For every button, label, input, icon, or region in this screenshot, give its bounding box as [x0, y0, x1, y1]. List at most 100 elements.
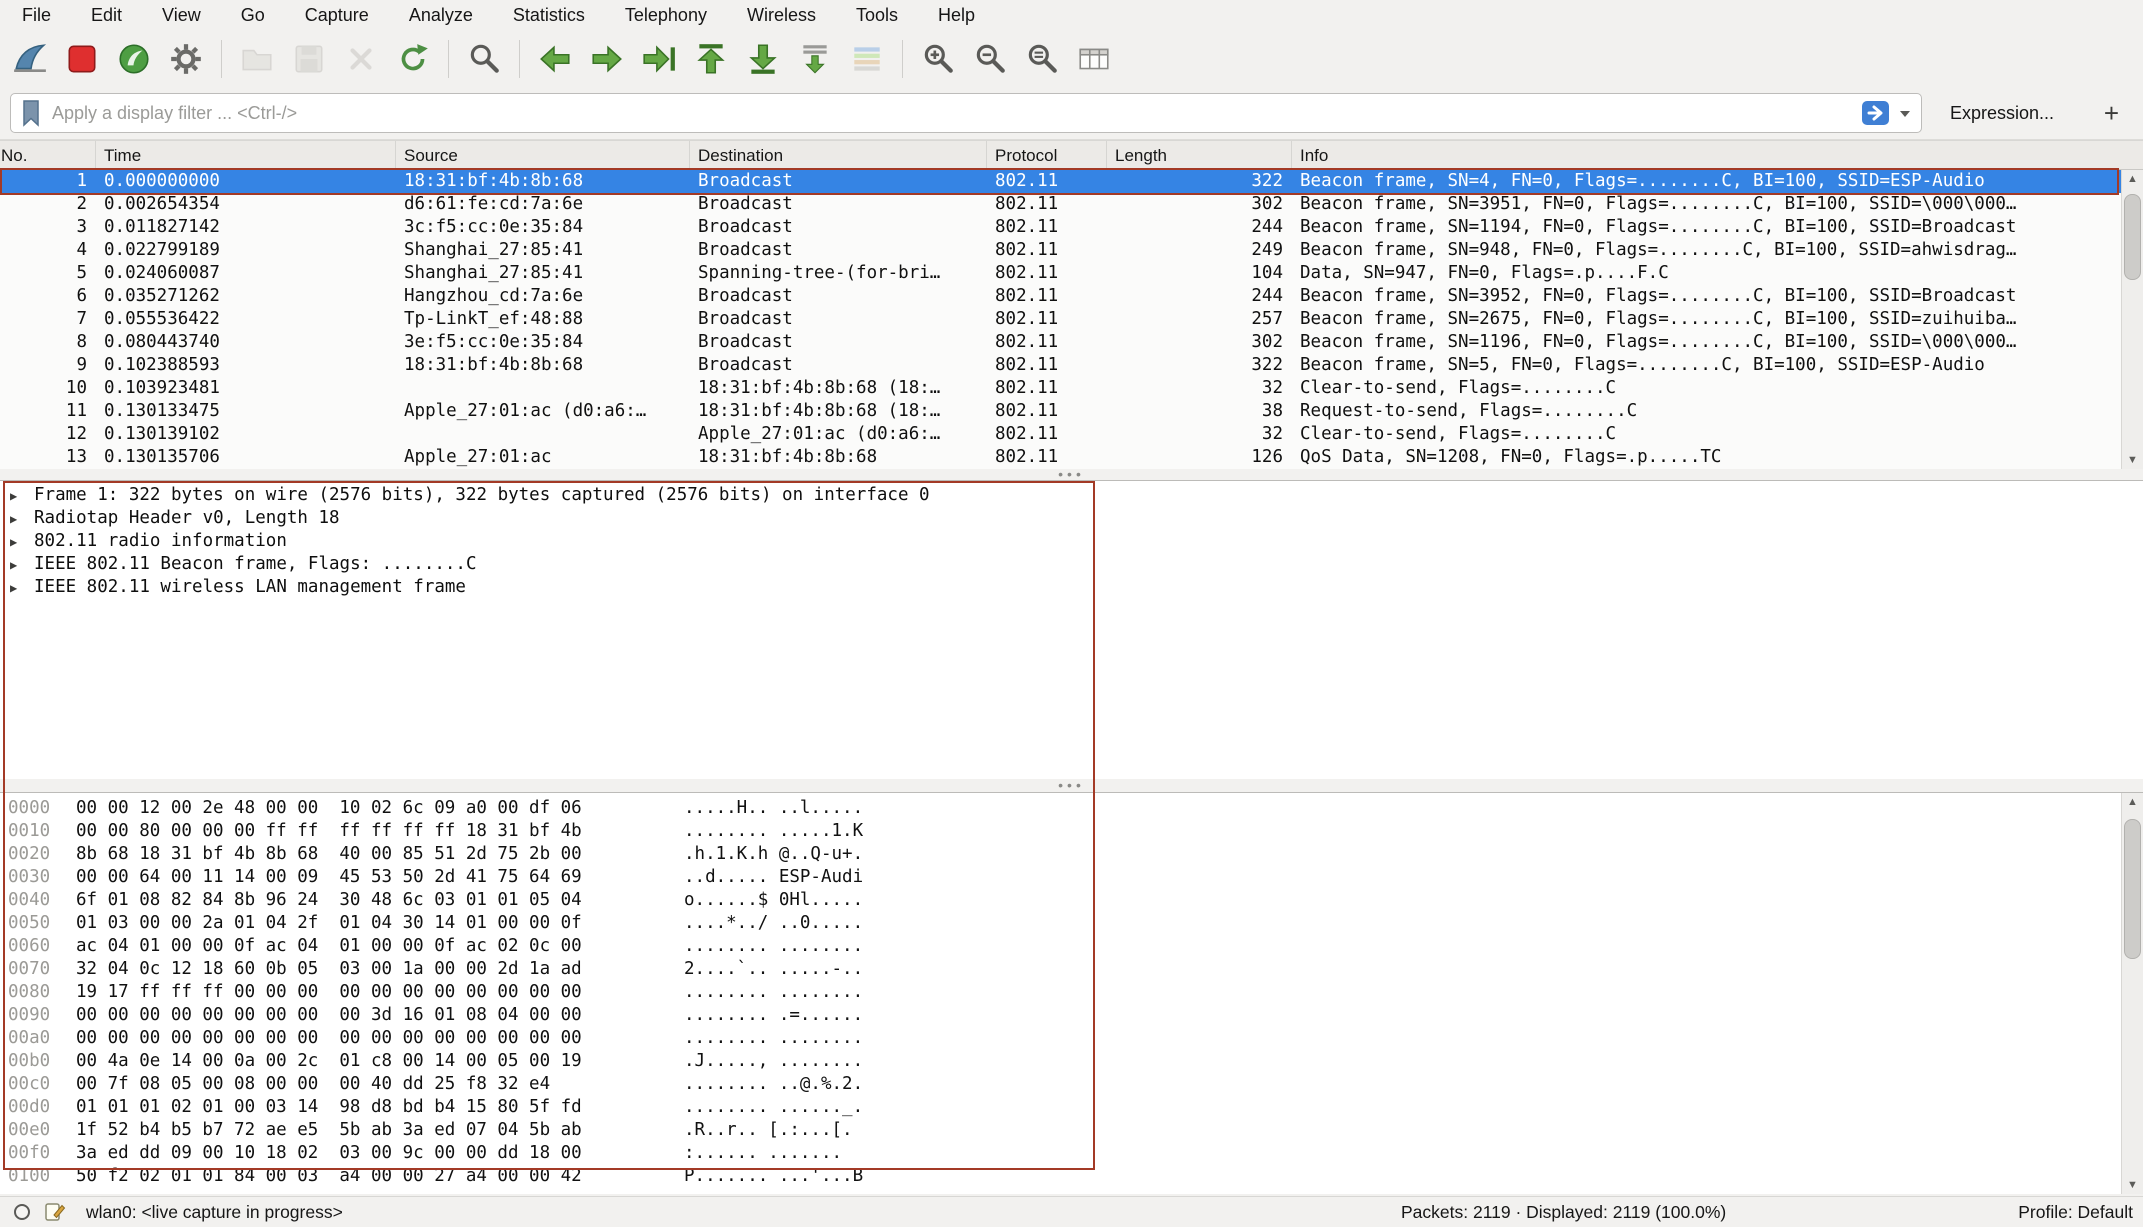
zoom-reset-button[interactable]: [1016, 35, 1068, 83]
scroll-down-arrow[interactable]: ▼: [2122, 1176, 2143, 1194]
hex-offset: 0060: [8, 935, 50, 958]
hex-row-00c0[interactable]: 00c000 7f 08 05 00 08 00 00 00 40 dd 25 …: [0, 1073, 2143, 1096]
detail-line[interactable]: ▶802.11 radio information: [0, 530, 2143, 553]
packet-row-5[interactable]: 50.024060087Shanghai_27:85:41Spanning-tr…: [0, 262, 2121, 285]
hex-row-00f0[interactable]: 00f03a ed dd 09 00 10 18 02 03 00 9c 00 …: [0, 1142, 2143, 1165]
find-packet-button[interactable]: [458, 35, 510, 83]
packet-row-8[interactable]: 80.0804437403e:f5:cc:0e:35:84Broadcast80…: [0, 331, 2121, 354]
menu-file[interactable]: File: [2, 0, 71, 30]
stop-capture-button[interactable]: [56, 35, 108, 83]
restart-capture-button[interactable]: [108, 35, 160, 83]
column-header-info[interactable]: Info: [1292, 141, 2143, 169]
column-header-destination[interactable]: Destination: [690, 141, 987, 169]
hex-row-00b0[interactable]: 00b000 4a 0e 14 00 0a 00 2c 01 c8 00 14 …: [0, 1050, 2143, 1073]
detail-line[interactable]: ▶IEEE 802.11 Beacon frame, Flags: ......…: [0, 553, 2143, 576]
hex-row-0050[interactable]: 005001 03 00 00 2a 01 04 2f 01 04 30 14 …: [0, 912, 2143, 935]
hex-row-0020[interactable]: 00208b 68 18 31 bf 4b 8b 68 40 00 85 51 …: [0, 843, 2143, 866]
hex-row-00d0[interactable]: 00d001 01 01 02 01 00 03 14 98 d8 bd b4 …: [0, 1096, 2143, 1119]
packet-list-scrollbar[interactable]: ▲ ▼: [2121, 170, 2143, 469]
hex-row-00e0[interactable]: 00e01f 52 b4 b5 b7 72 ae e5 5b ab 3a ed …: [0, 1119, 2143, 1142]
hex-row-0030[interactable]: 003000 00 64 00 11 14 00 09 45 53 50 2d …: [0, 866, 2143, 889]
hex-row-0100[interactable]: 010050 f2 02 01 01 84 00 03 a4 00 00 27 …: [0, 1165, 2143, 1188]
reload-file-button[interactable]: [387, 35, 439, 83]
hex-row-0000[interactable]: 000000 00 12 00 2e 48 00 00 10 02 6c 09 …: [0, 797, 2143, 820]
packet-row-12[interactable]: 120.130139102Apple_27:01:ac (d0:a6:…802.…: [0, 423, 2121, 446]
close-file-button[interactable]: [335, 35, 387, 83]
details-hex-splitter[interactable]: •••: [0, 779, 2143, 792]
auto-scroll-button[interactable]: [789, 35, 841, 83]
zoom-out-button[interactable]: [964, 35, 1016, 83]
menu-edit[interactable]: Edit: [71, 0, 142, 30]
go-to-packet-button[interactable]: [633, 35, 685, 83]
menu-view[interactable]: View: [142, 0, 221, 30]
menu-analyze[interactable]: Analyze: [389, 0, 493, 30]
go-forward-button[interactable]: [581, 35, 633, 83]
start-capture-button[interactable]: [4, 35, 56, 83]
column-header-length[interactable]: Length: [1107, 141, 1292, 169]
capture-status-icon[interactable]: [12, 1202, 32, 1222]
open-file-button[interactable]: [231, 35, 283, 83]
capture-options-button[interactable]: [160, 35, 212, 83]
column-header-protocol[interactable]: Protocol: [987, 141, 1107, 169]
cell-source: 3c:f5:cc:0e:35:84: [396, 216, 690, 239]
scrollbar-thumb[interactable]: [2124, 819, 2141, 959]
hex-scrollbar[interactable]: ▲ ▼: [2121, 793, 2143, 1194]
hex-row-0060[interactable]: 0060ac 04 01 00 00 0f ac 04 01 00 00 0f …: [0, 935, 2143, 958]
packet-row-3[interactable]: 30.0118271423c:f5:cc:0e:35:84Broadcast80…: [0, 216, 2121, 239]
hex-row-00a0[interactable]: 00a000 00 00 00 00 00 00 00 00 00 00 00 …: [0, 1027, 2143, 1050]
display-filter-input[interactable]: Apply a display filter ... <Ctrl-/>: [10, 93, 1922, 133]
hex-row-0080[interactable]: 008019 17 ff ff ff 00 00 00 00 00 00 00 …: [0, 981, 2143, 1004]
menu-statistics[interactable]: Statistics: [493, 0, 605, 30]
expander-arrow-icon[interactable]: ▶: [10, 508, 17, 531]
go-last-button[interactable]: [737, 35, 789, 83]
hex-row-0090[interactable]: 009000 00 00 00 00 00 00 00 00 3d 16 01 …: [0, 1004, 2143, 1027]
save-file-button[interactable]: [283, 35, 335, 83]
detail-line[interactable]: ▶IEEE 802.11 wireless LAN management fra…: [0, 576, 2143, 599]
expression-button[interactable]: Expression...: [1950, 103, 2054, 124]
menu-tools[interactable]: Tools: [836, 0, 918, 30]
filter-apply-icon[interactable]: [1861, 98, 1891, 128]
packet-row-6[interactable]: 60.035271262Hangzhou_cd:7a:6eBroadcast80…: [0, 285, 2121, 308]
hex-row-0070[interactable]: 007032 04 0c 12 18 60 0b 05 03 00 1a 00 …: [0, 958, 2143, 981]
column-header-source[interactable]: Source: [396, 141, 690, 169]
packet-row-4[interactable]: 40.022799189Shanghai_27:85:41Broadcast80…: [0, 239, 2121, 262]
scroll-down-arrow[interactable]: ▼: [2122, 451, 2143, 469]
packet-row-7[interactable]: 70.055536422Tp-LinkT_ef:48:88Broadcast80…: [0, 308, 2121, 331]
packet-row-11[interactable]: 110.130133475Apple_27:01:ac (d0:a6:…18:3…: [0, 400, 2121, 423]
packet-row-10[interactable]: 100.10392348118:31:bf:4b:8b:68 (18:…802.…: [0, 377, 2121, 400]
packet-row-2[interactable]: 20.002654354d6:61:fe:cd:7a:6eBroadcast80…: [0, 193, 2121, 216]
column-header-time[interactable]: Time: [96, 141, 396, 169]
go-back-button[interactable]: [529, 35, 581, 83]
menu-telephony[interactable]: Telephony: [605, 0, 727, 30]
cell-no: 13: [0, 446, 96, 469]
expander-arrow-icon[interactable]: ▶: [10, 531, 17, 554]
scrollbar-thumb[interactable]: [2124, 194, 2141, 280]
packet-row-9[interactable]: 90.10238859318:31:bf:4b:8b:68Broadcast80…: [0, 354, 2121, 377]
menu-wireless[interactable]: Wireless: [727, 0, 836, 30]
expander-arrow-icon[interactable]: ▶: [10, 485, 17, 508]
list-details-splitter[interactable]: •••: [0, 469, 2143, 480]
hex-row-0040[interactable]: 00406f 01 08 82 84 8b 96 24 30 48 6c 03 …: [0, 889, 2143, 912]
add-filter-button[interactable]: +: [2104, 98, 2119, 129]
filter-dropdown-chevron-icon[interactable]: [1897, 105, 1913, 121]
expander-arrow-icon[interactable]: ▶: [10, 577, 17, 600]
scroll-up-arrow[interactable]: ▲: [2122, 170, 2143, 188]
resize-columns-button[interactable]: [1068, 35, 1120, 83]
detail-line[interactable]: ▶Radiotap Header v0, Length 18: [0, 507, 2143, 530]
packet-row-1[interactable]: 10.00000000018:31:bf:4b:8b:68Broadcast80…: [0, 170, 2121, 193]
scroll-up-arrow[interactable]: ▲: [2122, 793, 2143, 811]
zoom-in-button[interactable]: [912, 35, 964, 83]
menu-capture[interactable]: Capture: [285, 0, 389, 30]
expander-arrow-icon[interactable]: ▶: [10, 554, 17, 577]
hex-row-0010[interactable]: 001000 00 80 00 00 00 ff ff ff ff ff ff …: [0, 820, 2143, 843]
colorize-packets-button[interactable]: [841, 35, 893, 83]
menu-go[interactable]: Go: [221, 0, 285, 30]
filter-bookmark-icon[interactable]: [19, 98, 43, 128]
go-first-button[interactable]: [685, 35, 737, 83]
detail-line[interactable]: ▶Frame 1: 322 bytes on wire (2576 bits),…: [0, 484, 2143, 507]
cell-time: 0.035271262: [96, 285, 396, 308]
capture-comment-icon[interactable]: [44, 1201, 66, 1223]
menu-help[interactable]: Help: [918, 0, 995, 30]
column-header-no[interactable]: No.: [0, 141, 96, 169]
profile-selector[interactable]: Profile: Default: [2018, 1202, 2133, 1223]
